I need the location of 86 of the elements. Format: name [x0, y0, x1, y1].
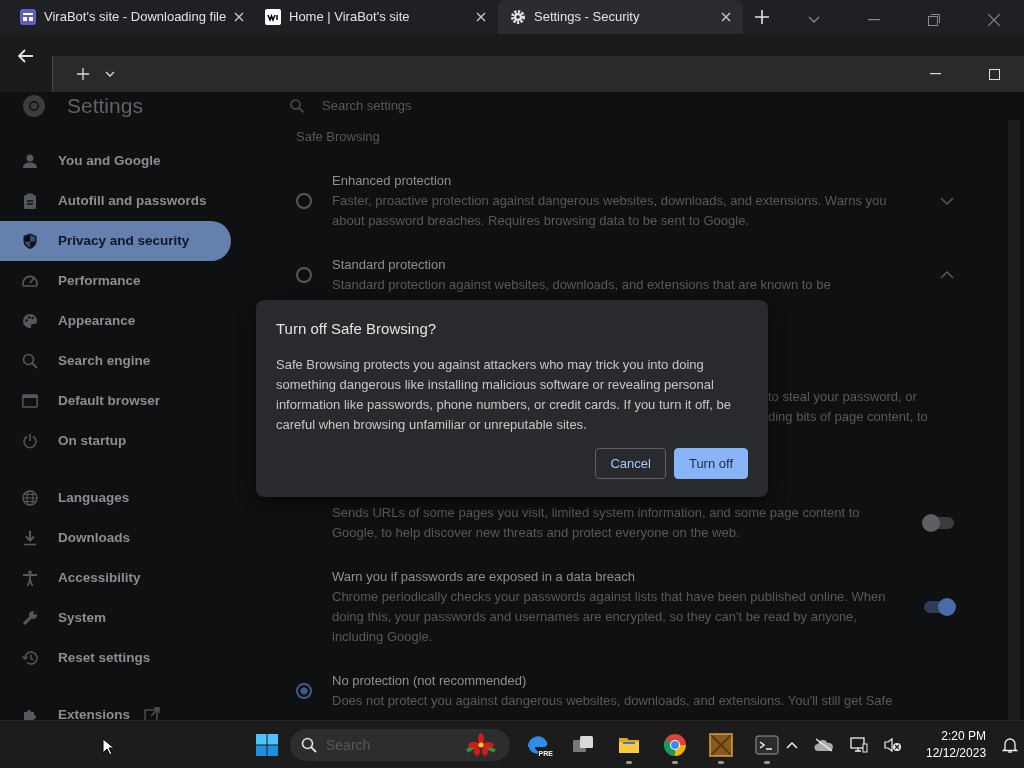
toggle-switch[interactable]	[924, 517, 954, 529]
clock[interactable]: 2:20 PM 12/12/2023	[926, 727, 987, 762]
mouse-cursor-icon	[102, 738, 114, 756]
cancel-button[interactable]: Cancel	[595, 448, 666, 479]
plus-icon[interactable]	[77, 68, 89, 80]
search-icon	[301, 736, 317, 753]
radio-button[interactable]	[296, 193, 312, 209]
toggle-switch[interactable]	[924, 601, 954, 613]
gear-icon	[510, 9, 526, 25]
nav-item[interactable]: Performance	[0, 261, 231, 301]
search-icon	[22, 353, 38, 369]
section-heading: Safe Browsing	[295, 128, 381, 146]
minimize-icon[interactable]	[868, 19, 880, 21]
option-title: Warn you if passwords are exposed in a data breach	[332, 568, 637, 586]
nav-item[interactable]: Default browser	[0, 381, 231, 421]
shield-icon	[22, 233, 38, 249]
nav-item[interactable]: Autofill and passwords	[0, 181, 231, 221]
scrollbar[interactable]	[1008, 120, 1020, 720]
back-arrow-icon[interactable]	[18, 49, 34, 63]
turn-off-button[interactable]: Turn off	[673, 448, 748, 479]
nav-item[interactable]: You and Google	[0, 141, 231, 181]
nav-item[interactable]: System	[0, 598, 231, 638]
option-description: Faster, proactive protection against dangerous websites, downloads, and extensions. Warns you about password breaches. Requires browsing data to be sent to Google.	[332, 192, 888, 230]
option-description: Standard protection against websites, downloads, and extensions that are known to be	[332, 276, 832, 294]
new-tab-icon[interactable]	[755, 10, 769, 24]
description-text: to steal your password, or	[768, 388, 918, 406]
gauge-icon	[22, 273, 38, 289]
description-text: ding bits of page content, to	[768, 408, 929, 426]
start-icon[interactable]	[255, 732, 279, 757]
browser-tab[interactable]: ViraBot's site - Downloading file	[8, 0, 253, 34]
radio-button[interactable]	[296, 267, 312, 283]
close-icon[interactable]	[988, 14, 1000, 26]
close-icon[interactable]	[476, 12, 486, 22]
nav-item[interactable]: Accessibility	[0, 558, 231, 598]
dialog-message: Safe Browsing protects you against attackers who may trick you into doing something dangerous like installing malicious software or revealing personal information like passwords, phone numbers, or credit cards. If you turn it off, be careful when browsing unfamiliar or unreputable sites.	[276, 355, 732, 434]
page-title: Settings	[67, 93, 144, 120]
download-icon	[22, 530, 38, 546]
cloud-icon[interactable]	[814, 737, 834, 752]
close-icon[interactable]	[721, 12, 731, 22]
nav-item[interactable]: Reset settings	[0, 638, 231, 678]
nav-item[interactable]: Extensions	[0, 695, 231, 720]
option-title: Standard protection	[332, 256, 447, 274]
option-description: Sends URLs of some pages you visit, limited system information, and some page content to Google, to help discover new threats and protect everyone on the web.	[332, 504, 861, 542]
clipboard-icon	[22, 193, 38, 209]
site-icon	[265, 9, 281, 25]
search-field[interactable]: Search settings	[320, 95, 720, 117]
external-link-icon[interactable]	[144, 707, 161, 720]
option-description: Does not protect you against dangerous websites, downloads, and extensions. You'll still get Safe	[332, 692, 894, 710]
nav-item[interactable]: Downloads	[0, 518, 231, 558]
date-text: 12/12/2023	[926, 744, 987, 762]
globe-icon	[22, 490, 38, 506]
browser-window-icon	[22, 393, 38, 409]
browser-tab[interactable]: Settings - Security	[498, 0, 743, 34]
wrench-icon	[22, 610, 38, 626]
terminal-icon	[755, 732, 779, 757]
option-title: No protection (not recommended)	[332, 672, 528, 690]
browser-tab[interactable]: Home | ViraBot's site	[253, 0, 498, 34]
nav-item[interactable]: On startup	[0, 421, 231, 461]
maximize-icon[interactable]	[989, 68, 1000, 80]
dialog-title: Turn off Safe Browsing?	[276, 319, 438, 339]
option-title: Enhanced protection	[332, 172, 453, 190]
radio-button[interactable]	[296, 683, 312, 699]
power-icon	[22, 433, 38, 449]
nav-item[interactable]: Search engine	[0, 341, 231, 381]
browser-logo-icon	[663, 732, 687, 757]
time-text: 2:20 PM	[940, 727, 987, 745]
bell-icon[interactable]	[1002, 736, 1019, 753]
search-icon	[290, 99, 304, 113]
nav-item[interactable]: Appearance	[0, 301, 231, 341]
puzzle-icon	[22, 707, 38, 720]
minimize-icon[interactable]	[930, 73, 941, 75]
box-icon	[709, 732, 733, 757]
history-icon	[22, 650, 38, 666]
restore-icon[interactable]	[928, 14, 940, 26]
option-description: Chrome periodically checks your passwords against lists that have been published online. When doing this, your passwords and usernames are encrypted, so they can't be read by anyone, including Google.	[332, 588, 887, 646]
palette-icon	[22, 313, 38, 329]
nav-item[interactable]: Privacy and security	[0, 221, 231, 261]
flower-icon	[464, 732, 498, 757]
nav-item[interactable]: Languages	[0, 478, 231, 518]
muted-speaker-icon[interactable]	[884, 736, 902, 753]
person-icon	[22, 153, 38, 169]
person-icon	[22, 570, 38, 586]
close-icon[interactable]	[234, 12, 245, 22]
chevron-down-icon[interactable]	[808, 16, 820, 24]
network-icon[interactable]	[850, 736, 868, 753]
site-icon	[20, 9, 36, 25]
